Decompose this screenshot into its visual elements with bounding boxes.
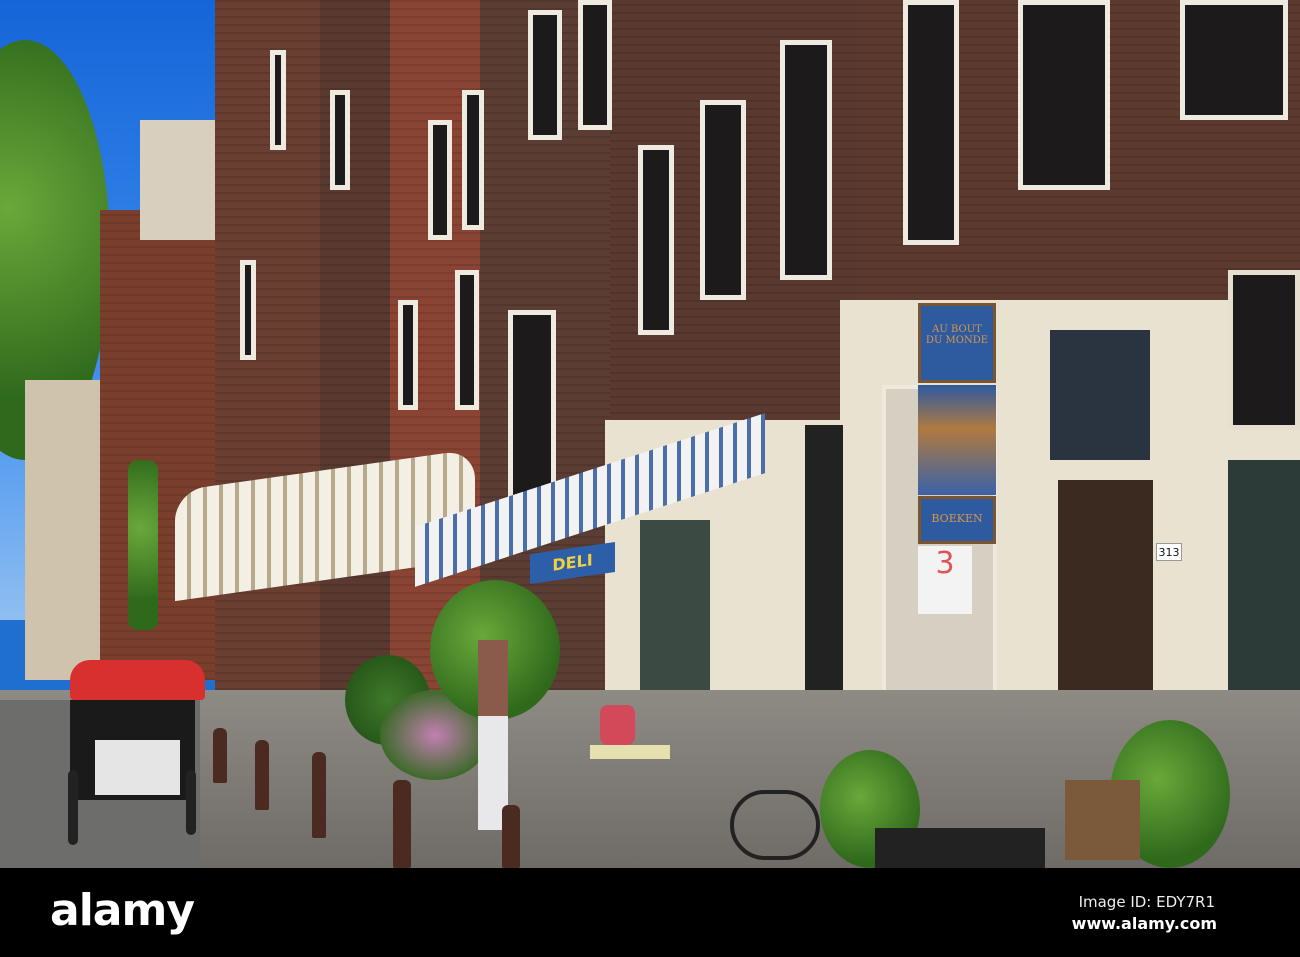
image-id: Image ID: EDY7R1: [1078, 893, 1215, 911]
building: [100, 210, 230, 680]
house-number: 313: [1156, 543, 1182, 561]
book-display: [875, 828, 1045, 868]
bollard: [312, 752, 326, 838]
bookshop-sign: AU BOUT DU MONDE: [918, 303, 996, 383]
ivy: [128, 460, 158, 630]
bicycle: [730, 790, 820, 860]
wheel: [68, 770, 78, 845]
alamy-url: www.alamy.com: [1071, 914, 1217, 933]
street-photo: DELI AU BOUT DU MONDE BOEKEN 3 313: [0, 0, 1300, 868]
alamy-logo: alamy: [50, 885, 195, 936]
bollard: [502, 805, 520, 868]
sign-panel: [918, 385, 996, 495]
window: [1050, 330, 1150, 460]
wheel: [186, 770, 196, 835]
bike-taxi-panel: [95, 740, 180, 795]
bollard: [255, 740, 269, 810]
bollard: [213, 728, 227, 783]
seated-person: [600, 705, 635, 745]
bike-taxi-canopy: [70, 660, 205, 700]
sign-text: DU MONDE: [925, 335, 989, 346]
person: [478, 640, 508, 830]
bench: [1065, 780, 1140, 860]
bollard: [393, 780, 411, 868]
sign-boeken: BOEKEN: [918, 496, 996, 544]
sign-text: AU BOUT: [932, 324, 982, 335]
cafe-table: [590, 745, 670, 835]
window-poster: 3: [918, 546, 972, 614]
watermark-bar: [0, 868, 1300, 957]
